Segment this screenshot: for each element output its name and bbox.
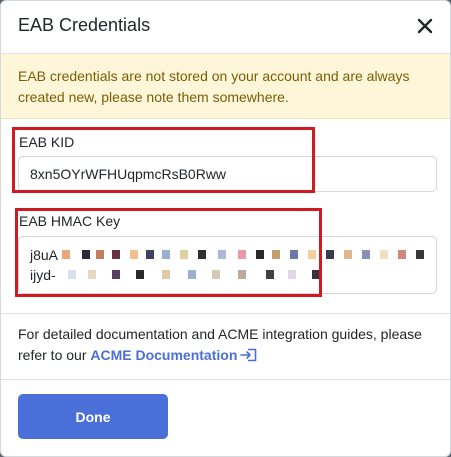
kid-field[interactable]: 8xn5OYrWFHUqpmcRsB0Rww [18,156,437,192]
documentation-note: For detailed documentation and ACME inte… [18,324,438,366]
hmac-prefix-1: j8uA [30,247,59,263]
hmac-prefix-2: ijyd- [30,267,56,283]
acme-documentation-link-label: ACME Documentation [90,347,238,363]
kid-label: EAB KID [19,134,75,150]
hmac-line-2: ijyd- [30,265,425,285]
divider [1,313,450,314]
close-button[interactable] [412,13,438,39]
done-button[interactable]: Done [18,394,168,439]
hmac-field[interactable]: j8uA ijyd- [18,236,437,294]
eab-credentials-dialog: EAB Credentials EAB credentials are not … [0,0,451,457]
external-link-icon [240,348,257,362]
dialog-header: EAB Credentials [1,1,450,54]
dialog-title: EAB Credentials [18,15,151,35]
warning-text: EAB credentials are not stored on your a… [18,68,410,105]
redaction-pixels [62,268,320,282]
redaction-pixels [58,248,425,262]
divider [1,379,450,380]
close-icon [417,18,433,34]
kid-value: 8xn5OYrWFHUqpmcRsB0Rww [30,166,227,182]
warning-banner: EAB credentials are not stored on your a… [1,54,450,119]
hmac-line-1: j8uA [30,245,425,265]
hmac-label: EAB HMAC Key [19,213,121,229]
acme-documentation-link[interactable]: ACME Documentation [90,347,258,363]
